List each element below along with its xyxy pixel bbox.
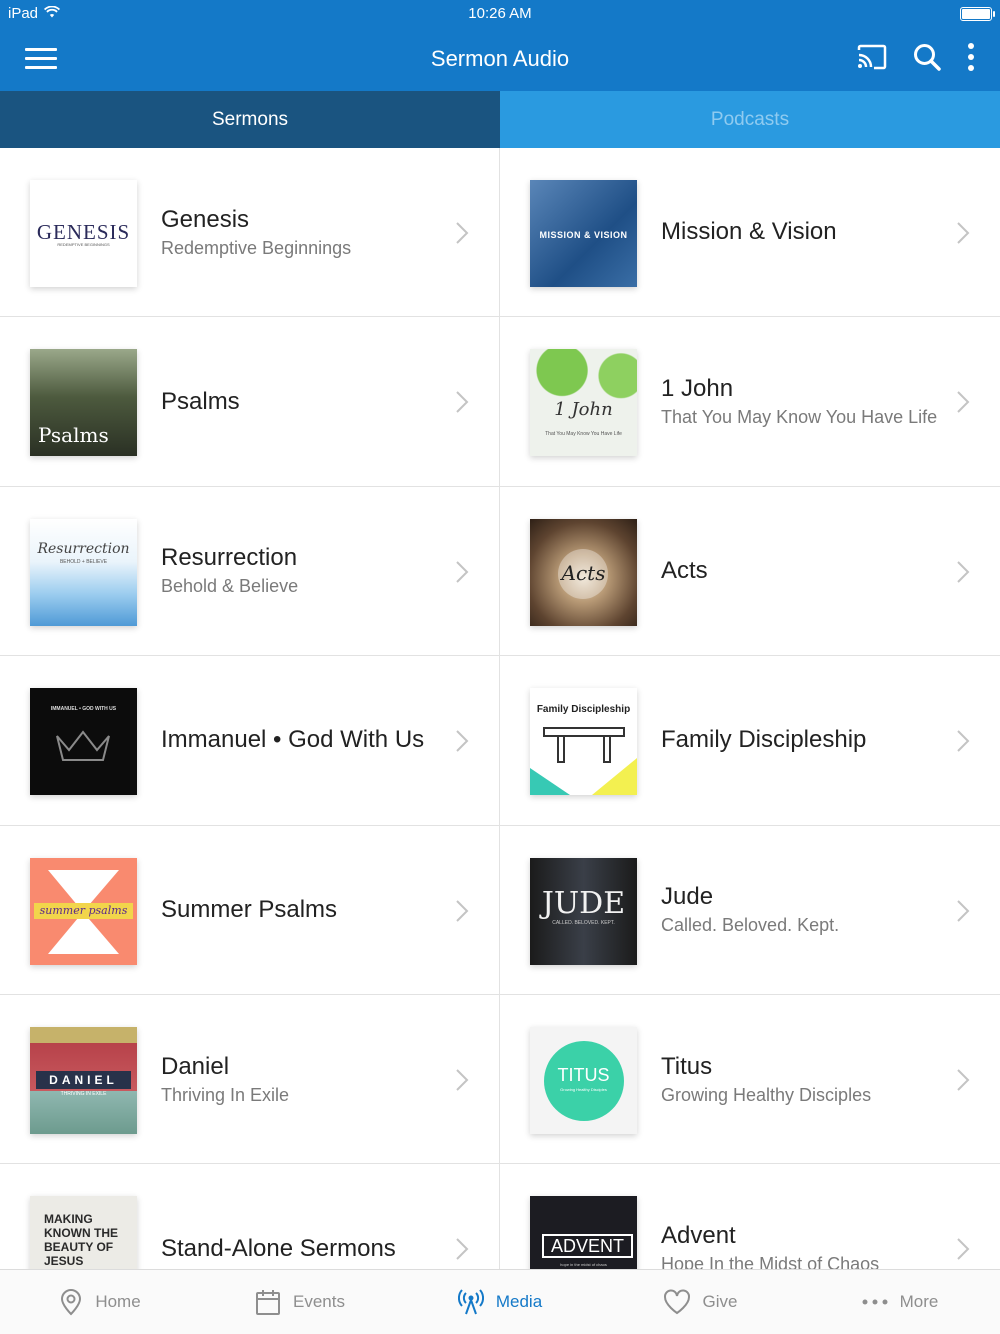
series-item-resurrection[interactable]: Resurrection BEHOLD + BELIEVE Resurrecti… <box>0 486 500 657</box>
series-subtitle: Behold & Believe <box>161 576 299 597</box>
nav-label: Events <box>293 1292 345 1311</box>
nav-label: Give <box>702 1292 738 1311</box>
series-subtitle: Called. Beloved. Kept. <box>661 915 840 936</box>
chevron-right-icon <box>456 730 469 752</box>
series-artwork: Family Discipleship <box>530 688 637 796</box>
cast-icon[interactable] <box>856 43 888 71</box>
chevron-right-icon <box>957 1238 970 1261</box>
search-icon[interactable] <box>912 42 942 72</box>
ellipsis-icon <box>862 1299 888 1305</box>
series-artwork: ADVENT hope in the midst of chaos <box>530 1196 637 1269</box>
chevron-right-icon <box>456 899 469 922</box>
chevron-right-icon <box>456 222 469 244</box>
series-item-stand-alone[interactable]: MAKING KNOWN THE BEAUTY OF JESUS Stand-A… <box>0 1164 500 1269</box>
series-title: Summer Psalms <box>161 895 338 923</box>
series-artwork: GENESIS REDEMPTIVE BEGINNINGS <box>30 180 137 287</box>
series-title: Mission & Vision <box>661 218 837 246</box>
chevron-right-icon <box>957 1069 970 1091</box>
tab-sermons[interactable]: Sermons <box>0 91 500 148</box>
nav-events[interactable]: Events <box>200 1270 400 1334</box>
series-item-jude[interactable]: JUDE CALLED. BELOVED. KEPT. Jude Called.… <box>500 826 1000 995</box>
chevron-right-icon <box>957 561 970 583</box>
nav-home[interactable]: Home <box>0 1270 200 1334</box>
nav-give[interactable]: Give <box>600 1270 800 1334</box>
series-item-summer-psalms[interactable]: summer psalms Summer Psalms <box>0 825 500 995</box>
location-pin-icon <box>61 1289 82 1316</box>
series-item-psalms[interactable]: Psalms Psalms <box>0 317 500 487</box>
series-artwork: IMMANUEL • GOD WITH US <box>30 688 137 796</box>
tab-bar: Sermons Podcasts <box>0 91 1000 148</box>
series-item-genesis[interactable]: GENESIS REDEMPTIVE BEGINNINGS Genesis Re… <box>0 148 500 318</box>
series-artwork: summer psalms <box>30 857 137 965</box>
series-artwork: Resurrection BEHOLD + BELIEVE <box>30 518 137 626</box>
series-artwork: MISSION & VISION <box>530 180 637 287</box>
status-time: 10:26 AM <box>468 5 532 22</box>
broadcast-icon <box>457 1289 484 1315</box>
series-subtitle: Thriving In Exile <box>161 1084 290 1105</box>
series-title: Titus <box>661 1052 713 1080</box>
series-title: Stand-Alone Sermons <box>161 1234 396 1262</box>
series-item-mission-vision[interactable]: MISSION & VISION Mission & Vision <box>500 148 1000 318</box>
series-subtitle: Growing Healthy Disciples <box>661 1084 872 1105</box>
series-title: Family Discipleship <box>661 726 867 754</box>
more-vertical-icon[interactable] <box>966 42 976 72</box>
battery-icon <box>960 7 995 21</box>
series-artwork: JUDE CALLED. BELOVED. KEPT. <box>530 857 637 965</box>
series-title: Psalms <box>161 387 240 415</box>
app-bar: Sermon Audio <box>0 28 1000 91</box>
series-item-titus[interactable]: TITUS Growing Healthy Disciples Titus Gr… <box>500 995 1000 1165</box>
app-title: Sermon Audio <box>430 46 570 71</box>
bottom-nav: Home Events Media Give More <box>0 1269 1000 1334</box>
tab-podcasts[interactable]: Podcasts <box>500 91 1000 148</box>
series-title: Immanuel • God With Us <box>161 726 425 754</box>
nav-label: More <box>899 1292 939 1311</box>
heart-icon <box>663 1289 690 1315</box>
series-artwork: MAKING KNOWN THE BEAUTY OF JESUS <box>30 1196 137 1269</box>
series-title: Advent <box>661 1222 736 1250</box>
series-title: Acts <box>661 556 708 584</box>
series-title: Jude <box>661 883 714 911</box>
series-item-immanuel[interactable]: IMMANUEL • GOD WITH US Immanuel • God Wi… <box>0 656 500 826</box>
series-subtitle: That You May Know You Have Life <box>661 407 938 428</box>
series-subtitle: Hope In the Midst of Chaos <box>661 1254 880 1269</box>
chevron-right-icon <box>456 391 469 414</box>
series-title: Resurrection <box>161 544 298 572</box>
series-artwork: 1 John That You May Know You Have Life <box>530 349 637 457</box>
chevron-right-icon <box>456 1238 469 1261</box>
series-item-acts[interactable]: Acts Acts <box>500 487 1000 657</box>
series-grid: GENESIS REDEMPTIVE BEGINNINGS Genesis Re… <box>0 148 1000 1269</box>
nav-label: Media <box>495 1292 543 1311</box>
chevron-right-icon <box>957 899 970 922</box>
chevron-right-icon <box>456 1069 469 1091</box>
series-item-1-john[interactable]: 1 John That You May Know You Have Life 1… <box>500 317 1000 487</box>
series-title: Genesis <box>161 205 250 233</box>
nav-label: Home <box>95 1292 141 1311</box>
nav-media[interactable]: Media <box>400 1270 600 1334</box>
calendar-icon <box>256 1290 280 1315</box>
series-subtitle: Redemptive Beginnings <box>161 237 352 258</box>
chevron-right-icon <box>957 730 970 752</box>
series-title: 1 John <box>661 375 734 403</box>
series-item-advent[interactable]: ADVENT hope in the midst of chaos Advent… <box>500 1164 1000 1269</box>
series-artwork: TITUS Growing Healthy Disciples <box>530 1026 637 1134</box>
series-artwork: DANIEL THRIVING IN EXILE <box>30 1026 137 1134</box>
chevron-right-icon <box>456 561 469 583</box>
nav-more[interactable]: More <box>800 1270 1000 1334</box>
crown-icon <box>56 730 110 762</box>
series-artwork: Psalms <box>30 349 137 457</box>
series-item-daniel[interactable]: DANIEL THRIVING IN EXILE Daniel Thriving… <box>0 994 500 1165</box>
series-item-family-discipleship[interactable]: Family Discipleship Family Discipleship <box>500 656 1000 826</box>
chevron-right-icon <box>957 391 970 414</box>
series-title: Daniel <box>161 1052 230 1080</box>
series-artwork: Acts <box>530 518 637 626</box>
chevron-right-icon <box>957 222 970 244</box>
appbar-actions <box>856 42 976 72</box>
bench-icon <box>530 727 637 796</box>
status-bar: iPad 10:26 AM <box>0 0 1000 28</box>
